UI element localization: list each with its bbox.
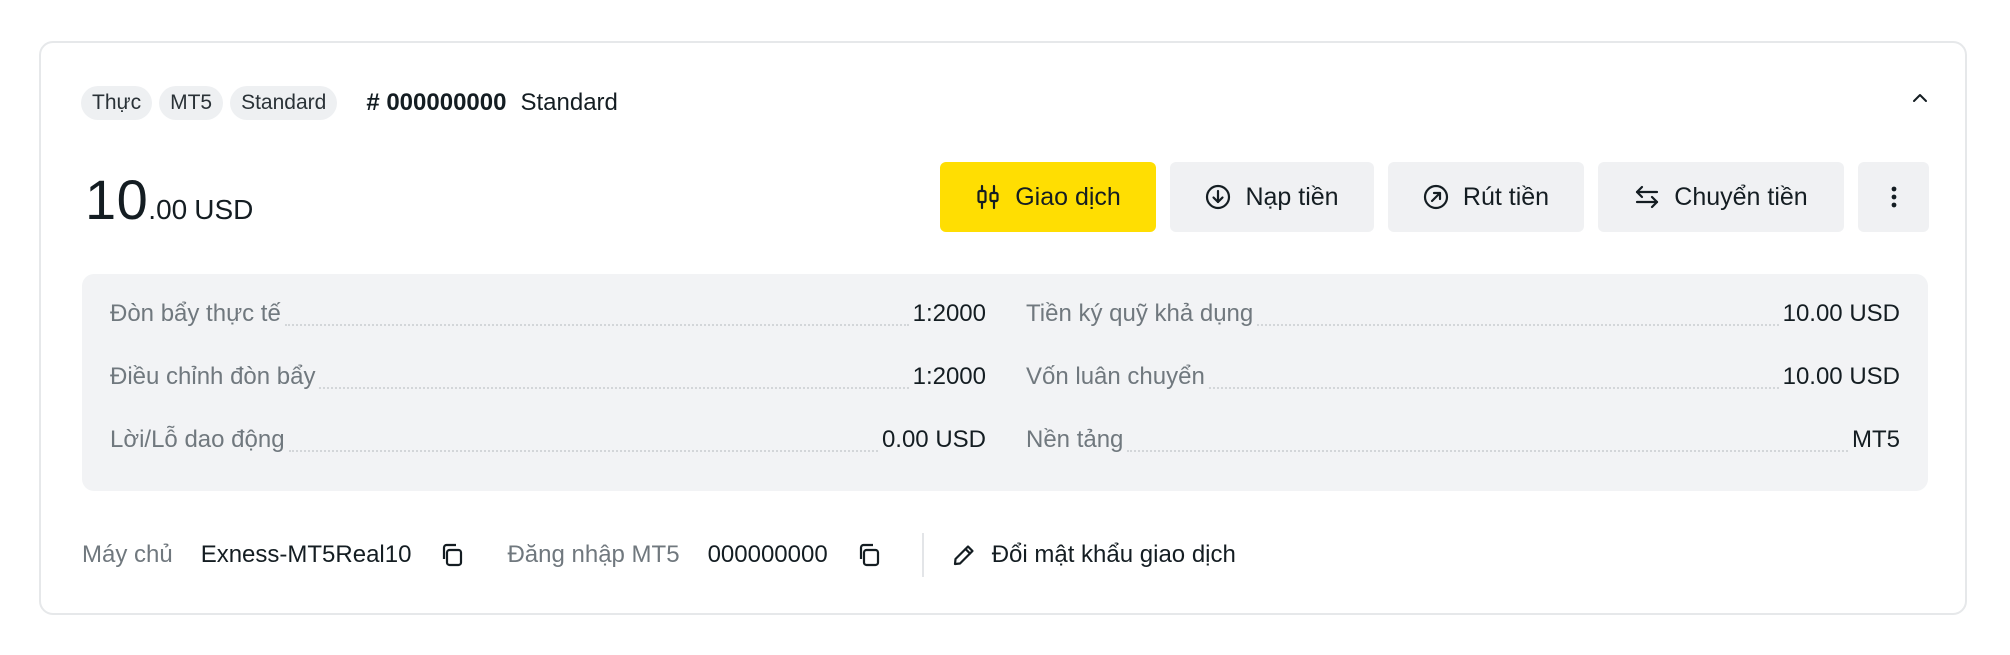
server-label: Máy chủ [82, 541, 173, 568]
swap-arrows-icon [1634, 184, 1660, 210]
server-value: Exness-MT5Real10 [200, 541, 412, 568]
chevron-up-icon[interactable] [1908, 86, 1932, 110]
details-right-column: Tiền ký quỹ khả dụng 10.00 USD Vốn luân … [1026, 300, 1900, 489]
detail-row-free-margin: Tiền ký quỹ khả dụng 10.00 USD [1026, 300, 1900, 363]
deposit-button[interactable]: Nạp tiền [1170, 162, 1374, 232]
tag-account-type: Standard [230, 86, 338, 120]
copy-icon[interactable] [856, 542, 882, 568]
account-footer: Máy chủ Exness-MT5Real10 Đăng nhập MT5 0… [82, 533, 1236, 577]
detail-value: 10.00 USD [1782, 363, 1900, 390]
mt5-login-label: Đăng nhập MT5 [507, 541, 680, 568]
dotted-leader [319, 363, 909, 389]
transfer-button-label: Chuyển tiền [1674, 182, 1808, 211]
pencil-icon [952, 543, 976, 567]
account-type-label: Standard [520, 89, 618, 116]
account-card: Thực MT5 Standard # 000000000 Standard 1… [39, 41, 1967, 615]
detail-label: Vốn luân chuyển [1026, 363, 1205, 390]
withdraw-button[interactable]: Rút tiền [1388, 162, 1584, 232]
detail-label: Đòn bẩy thực tế [110, 300, 281, 327]
detail-value: 0.00 USD [881, 426, 986, 453]
details-left-column: Đòn bẩy thực tế 1:2000 Điều chỉnh đòn bẩ… [110, 300, 986, 489]
detail-row-equity: Vốn luân chuyển 10.00 USD [1026, 363, 1900, 426]
deposit-button-label: Nạp tiền [1245, 182, 1339, 211]
trade-button[interactable]: Giao dịch [940, 162, 1156, 232]
detail-row-floating-pl: Lời/Lỗ dao động 0.00 USD [110, 426, 986, 489]
account-details-panel: Đòn bẩy thực tế 1:2000 Điều chỉnh đòn bẩ… [82, 274, 1928, 491]
dotted-leader [1208, 363, 1779, 389]
detail-row-actual-leverage: Đòn bẩy thực tế 1:2000 [110, 300, 986, 363]
dotted-leader [1127, 426, 1848, 452]
detail-label: Lời/Lỗ dao động [110, 426, 285, 453]
detail-label: Điều chỉnh đòn bẩy [110, 363, 316, 390]
arrow-up-right-circle-icon [1423, 184, 1449, 210]
detail-value: 10.00 USD [1782, 300, 1900, 327]
account-header: Thực MT5 Standard # 000000000 Standard [81, 85, 618, 121]
balance-decimal: .00 [148, 194, 188, 225]
tag-platform: MT5 [159, 86, 224, 120]
detail-value: 1:2000 [912, 300, 986, 327]
detail-value: MT5 [1852, 426, 1900, 453]
account-actions: Giao dịch Nạp tiền Rút tiền Chuyển tiền [940, 162, 1929, 232]
detail-row-set-leverage: Điều chỉnh đòn bẩy 1:2000 [110, 363, 986, 426]
account-number: # 000000000 [366, 89, 507, 116]
account-balance: 10 .00 USD [85, 167, 253, 232]
footer-divider [921, 533, 924, 577]
detail-label: Tiền ký quỹ khả dụng [1026, 300, 1254, 327]
balance-integer: 10 [85, 168, 149, 231]
balance-currency: USD [194, 194, 254, 225]
transfer-button[interactable]: Chuyển tiền [1598, 162, 1844, 232]
detail-value: 1:2000 [912, 363, 986, 390]
withdraw-button-label: Rút tiền [1462, 182, 1550, 211]
detail-row-platform: Nền tảng MT5 [1026, 426, 1900, 489]
dotted-leader [284, 300, 909, 326]
change-trading-password-link[interactable]: Đổi mật khẩu giao dịch [952, 541, 1236, 569]
tag-account-mode: Thực [81, 86, 153, 120]
change-trading-password-label: Đổi mật khẩu giao dịch [991, 541, 1236, 568]
candlestick-icon [975, 184, 1001, 210]
arrow-down-circle-icon [1205, 184, 1231, 210]
detail-label: Nền tảng [1026, 426, 1124, 453]
dotted-leader [288, 426, 878, 452]
more-options-button[interactable] [1858, 162, 1929, 232]
copy-icon[interactable] [439, 542, 465, 568]
trade-button-label: Giao dịch [1015, 182, 1121, 211]
dotted-leader [1257, 300, 1779, 326]
mt5-login-value: 000000000 [707, 541, 828, 568]
more-vertical-icon [1881, 184, 1907, 210]
